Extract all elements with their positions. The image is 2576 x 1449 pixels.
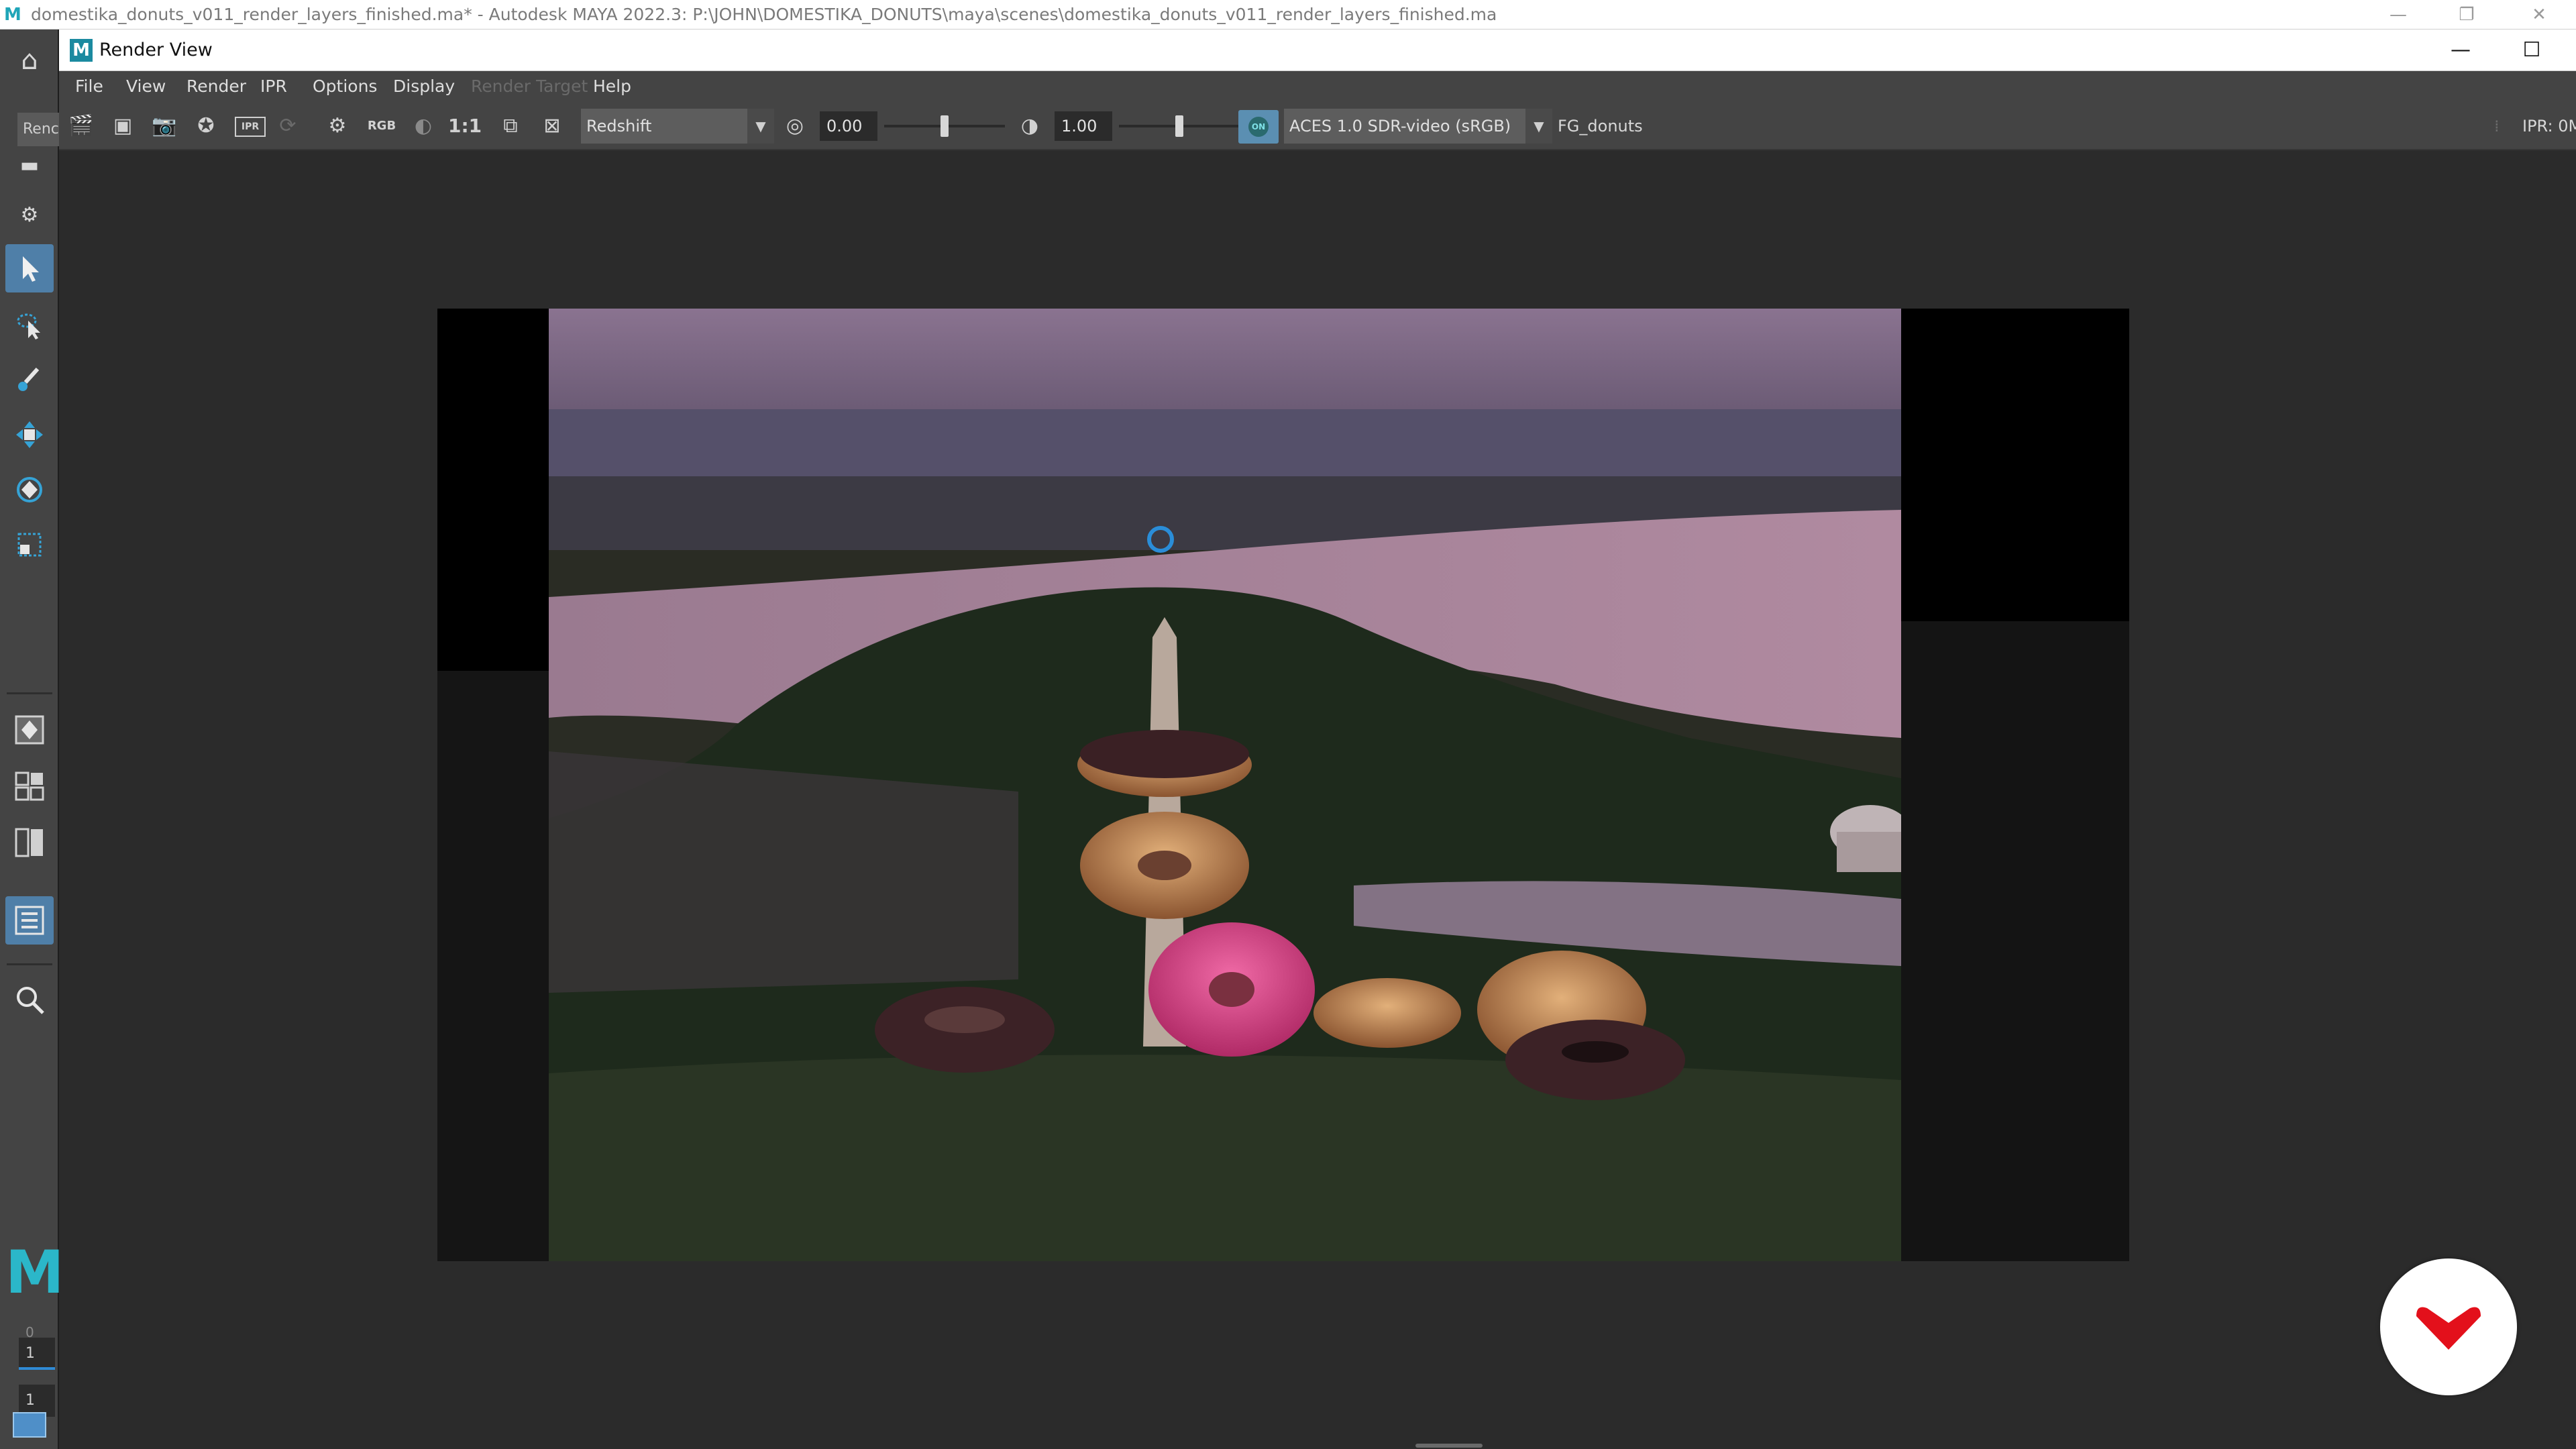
outliner-layout-icon[interactable] (5, 896, 54, 945)
menu-view[interactable]: View (126, 71, 166, 102)
close-icon[interactable]: ✕ (2502, 0, 2576, 29)
menu-options[interactable]: Options (313, 71, 377, 102)
window-resize-grip[interactable] (1415, 1444, 1483, 1448)
app-title-bar: M domestika_donuts_v011_render_layers_fi… (0, 0, 2576, 30)
select-tool-icon[interactable] (5, 244, 54, 292)
toolbar-grip-icon: ⁞ (2494, 117, 2500, 136)
menu-file[interactable]: File (75, 71, 103, 102)
paint-select-icon[interactable] (5, 356, 54, 404)
domestika-logo (2380, 1258, 2517, 1395)
maya-logo-icon: M (70, 39, 93, 62)
exposure-field[interactable]: 0.00 (820, 111, 877, 141)
alpha-channel-icon[interactable]: ◐ (408, 111, 439, 141)
render-view-menubar: File View Render IPR Options Display Ren… (59, 71, 2576, 102)
settings-icon[interactable]: ⚙ (5, 191, 54, 239)
search-icon[interactable] (5, 975, 54, 1024)
scale-tool-icon[interactable] (5, 521, 54, 569)
color-management-toggle[interactable]: ON (1238, 110, 1279, 144)
redo-render-icon[interactable]: 🎬 (66, 111, 97, 141)
exposure-icon[interactable]: ◎ (780, 111, 810, 141)
domestika-logo-icon (2416, 1307, 2481, 1350)
rotate-tool-icon[interactable] (5, 466, 54, 514)
render-viewport[interactable] (59, 150, 2576, 1449)
exposure-slider[interactable] (884, 115, 1005, 137)
shelf-divider (7, 963, 52, 965)
menu-ipr[interactable]: IPR (260, 71, 287, 102)
unrendered-region (1901, 621, 2129, 1261)
left-tool-shelf: ⌂ Renc ▬ ⚙ M 0 1 1 (0, 30, 64, 1449)
unrendered-region (437, 671, 549, 1261)
ipr-memory-status: IPR: 0M (2522, 117, 2576, 136)
gamma-field[interactable]: 1.00 (1055, 111, 1112, 141)
cursor-ring-icon (1147, 526, 1174, 553)
two-view-layout-icon[interactable] (5, 818, 54, 867)
render-region-icon[interactable]: ▣ (107, 111, 138, 141)
app-title: domestika_donuts_v011_render_layers_fini… (31, 5, 1497, 24)
minimize-icon[interactable]: — (2361, 0, 2435, 29)
render-view-title: Render View (99, 40, 213, 60)
ipr-render-button[interactable]: IPR (235, 117, 266, 137)
render-view-title-bar: M Render View — ☐ (59, 30, 2576, 71)
remove-image-icon[interactable]: ⊠ (537, 111, 568, 141)
collapse-icon[interactable]: ▬ (5, 141, 54, 189)
snapshot-icon[interactable]: 📷 (149, 111, 180, 141)
view-transform-dropdown[interactable]: ACES 1.0 SDR-video (sRGB) ▼ (1284, 109, 1552, 144)
maximize-icon[interactable]: ☐ (2498, 30, 2565, 71)
render-layer-label: FG_donuts (1558, 117, 1643, 136)
menu-display[interactable]: Display (393, 71, 455, 102)
chevron-down-icon: ▼ (747, 109, 774, 144)
gamma-slider-handle[interactable] (1175, 115, 1183, 137)
home-icon[interactable]: ⌂ (5, 36, 54, 85)
gamma-icon[interactable]: ◑ (1014, 111, 1045, 141)
shelf-divider (7, 692, 52, 694)
real-size-button[interactable]: 1:1 (448, 111, 482, 141)
playback-icon[interactable] (5, 1405, 54, 1445)
keep-image-icon[interactable]: ⧉ (495, 111, 526, 141)
menu-render-target: Render Target (471, 76, 588, 96)
move-tool-icon[interactable] (5, 411, 54, 459)
rendered-image (549, 309, 1901, 1261)
exposure-slider-handle[interactable] (941, 115, 949, 137)
render-view-window: M Render View — ☐ File View Render IPR O… (59, 30, 2576, 1449)
menu-help[interactable]: Help (593, 71, 631, 102)
render-settings-icon[interactable]: ⚙ (322, 111, 353, 141)
maya-logo-icon: M (5, 1238, 64, 1307)
lasso-tool-icon[interactable] (5, 301, 54, 349)
restore-icon[interactable]: ❐ (2430, 0, 2504, 29)
current-frame-field[interactable]: 1 (19, 1338, 55, 1370)
renderer-dropdown[interactable]: Redshift ▼ (581, 109, 774, 144)
arrow-cursor-icon (23, 256, 39, 282)
minimize-icon[interactable]: — (2427, 30, 2494, 71)
maya-logo-icon: M (4, 5, 21, 25)
renderer-value: Redshift (586, 117, 652, 136)
refresh-ipr-icon: ⟳ (279, 114, 297, 138)
gamma-slider[interactable] (1119, 115, 1240, 137)
view-transform-value: ACES 1.0 SDR-video (sRGB) (1289, 117, 1511, 136)
render-image-frame (437, 309, 2129, 1261)
render-view-toolbar: 🎬 ▣ 📷 ✪ IPR ⟳ ⚙ RGB ◐ 1:1 ⧉ ⊠ Redshift ▼… (59, 102, 2576, 150)
chevron-down-icon: ▼ (1525, 109, 1552, 144)
rgb-channel-button[interactable]: RGB (366, 111, 397, 141)
render-sequence-icon[interactable]: ✪ (191, 111, 221, 141)
color-management-on-icon: ON (1248, 117, 1269, 137)
menu-render[interactable]: Render (186, 71, 246, 102)
four-view-layout-icon[interactable] (5, 762, 54, 810)
single-view-icon[interactable] (5, 706, 54, 754)
